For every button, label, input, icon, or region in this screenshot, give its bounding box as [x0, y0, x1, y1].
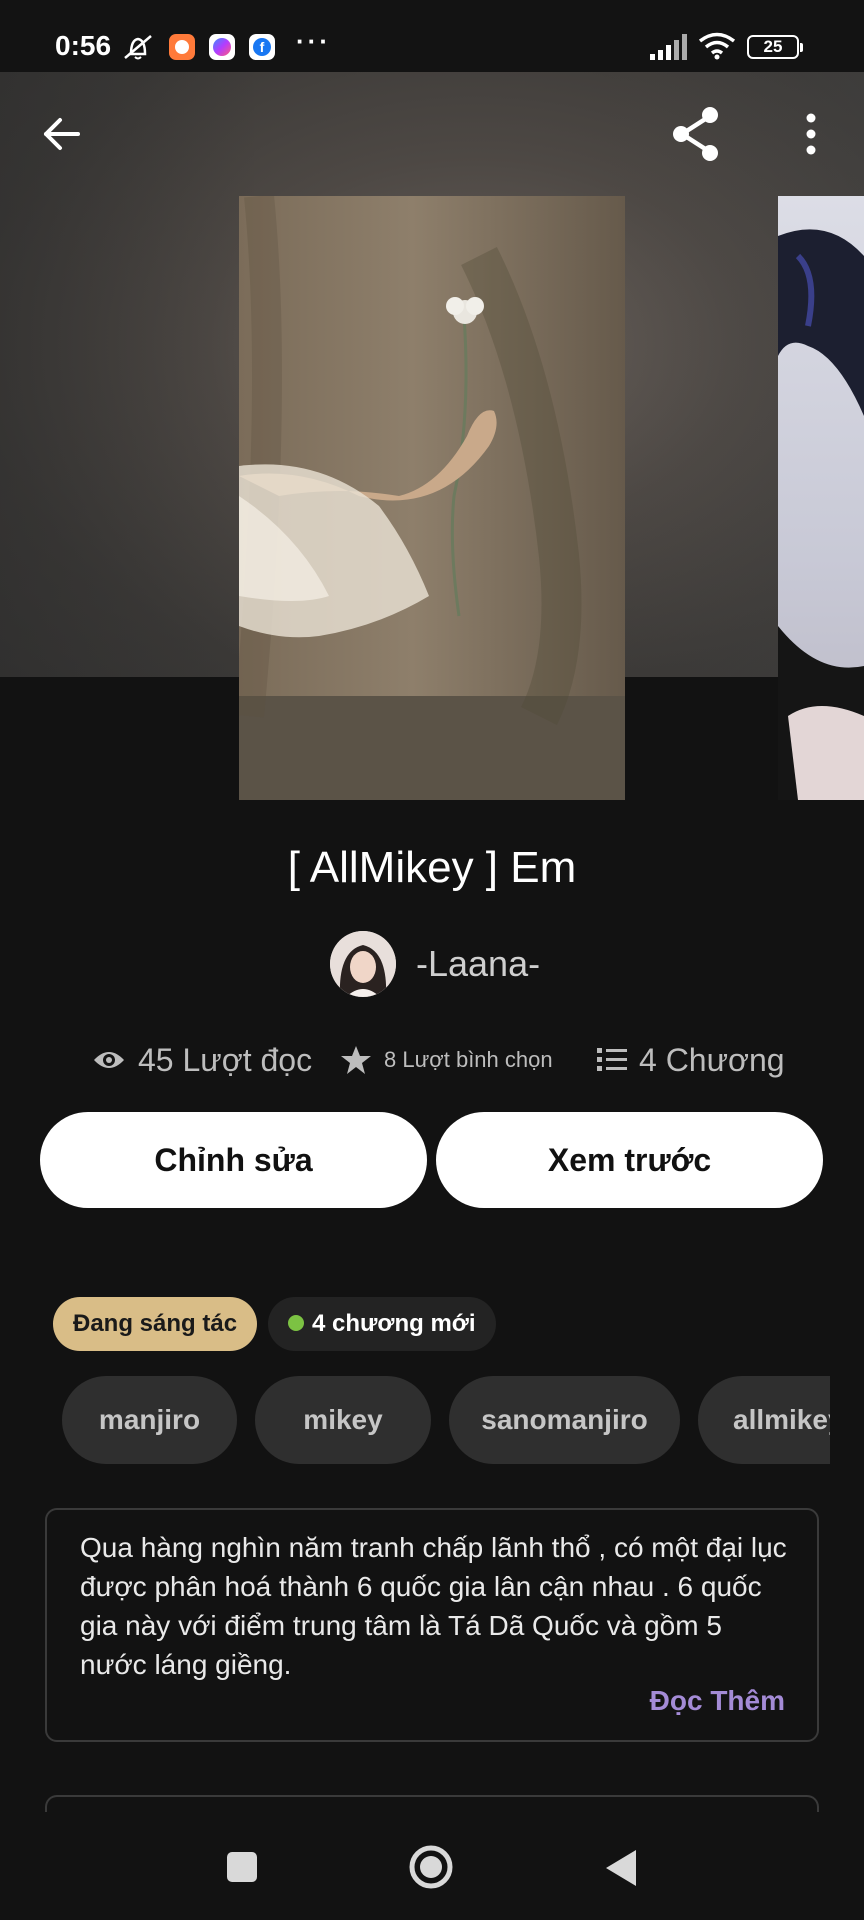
votes-stat: 8 Lượt bình chọn	[340, 1035, 553, 1085]
home-icon[interactable]	[408, 1844, 454, 1890]
next-book-cover-image[interactable]	[778, 196, 864, 800]
status-time: 0:56	[55, 30, 112, 61]
next-cover-artwork	[778, 229, 864, 800]
notification-app-icon	[169, 34, 195, 60]
tags-row[interactable]: manjiro mikey sanomanjiro allmikey	[0, 1376, 830, 1464]
new-dot-icon	[288, 1315, 304, 1332]
recent-apps-icon[interactable]	[225, 1850, 259, 1884]
avatar-image	[330, 931, 396, 997]
share-icon[interactable]	[668, 104, 724, 164]
book-title: [ AllMikey ] Em	[287, 843, 577, 892]
messenger-icon	[209, 34, 235, 60]
more-vertical-icon[interactable]	[798, 112, 824, 156]
more-notifications-icon: ···	[296, 26, 331, 56]
mute-notifications-icon	[124, 35, 152, 60]
status-bar: 0:56 f ··· 25	[0, 0, 864, 72]
star-icon	[341, 1046, 371, 1074]
author-name[interactable]: -Laana-	[416, 943, 540, 985]
status-badge: Đang sáng tác	[53, 1297, 258, 1351]
tag-chip[interactable]: manjiro	[62, 1376, 237, 1464]
chapters-stat: 4 Chương	[597, 1035, 785, 1085]
back-nav-icon[interactable]	[604, 1848, 638, 1888]
back-arrow-icon[interactable]	[40, 112, 84, 156]
book-cover-image[interactable]	[239, 196, 625, 800]
tag-chip[interactable]: mikey	[255, 1376, 431, 1464]
new-chapters-badge: 4 chương mới	[268, 1297, 496, 1351]
eye-icon	[94, 1052, 124, 1068]
author-row[interactable]: -Laana-	[330, 930, 540, 998]
new-chapters-label: 4 chương mới	[312, 1310, 476, 1337]
tag-chip[interactable]: allmikey	[698, 1376, 830, 1464]
signal-icon	[650, 34, 687, 60]
read-more-link[interactable]: Đọc Thêm	[650, 1685, 785, 1717]
facebook-icon: f	[249, 34, 275, 60]
cover-artwork	[239, 196, 625, 800]
reads-count: 45 Lượt đọc	[138, 1041, 313, 1078]
wifi-icon	[698, 32, 736, 60]
description-box: Qua hàng nghìn năm tranh chấp lãnh thổ ,…	[45, 1508, 819, 1742]
description-text: Qua hàng nghìn năm tranh chấp lãnh thổ ,…	[80, 1532, 787, 1680]
system-navigation-bar	[0, 1812, 864, 1920]
edit-button[interactable]: Chỉnh sửa	[40, 1112, 427, 1208]
preview-button[interactable]: Xem trước	[436, 1112, 823, 1208]
book-stats: 45 Lượt đọc 8 Lượt bình chọn 4 Chương	[0, 1035, 864, 1085]
votes-count: 8 Lượt bình chọn	[384, 1047, 553, 1072]
reads-stat: 45 Lượt đọc	[92, 1035, 312, 1085]
list-icon	[597, 1048, 627, 1071]
chapters-count: 4 Chương	[639, 1041, 785, 1078]
tag-chip[interactable]: sanomanjiro	[449, 1376, 680, 1464]
battery-indicator: 25	[747, 35, 803, 59]
author-avatar[interactable]	[330, 931, 396, 997]
